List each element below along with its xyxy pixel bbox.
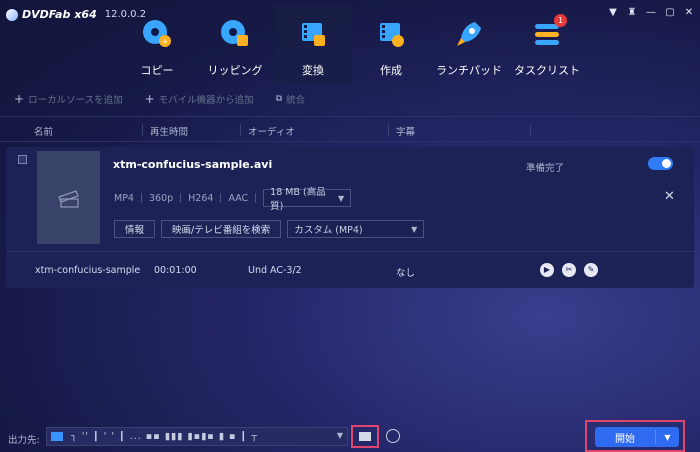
chevron-down-icon: ▼ xyxy=(411,224,418,234)
separator xyxy=(255,193,257,203)
dropdown-menu-icon[interactable]: ▼ xyxy=(608,8,618,18)
remove-item-icon[interactable]: ✕ xyxy=(664,190,675,203)
footer-bar: 出力先: ┐ '' ┃ ' ' ┃ ... ▪▪ ▮▮▮ ▮▪▮▪ ▮ ▪ ┃ … xyxy=(0,420,700,452)
tab-ripping-label: リッピング xyxy=(207,64,263,77)
svg-text:+: + xyxy=(162,37,169,46)
chevron-down-icon: ▼ xyxy=(336,431,343,440)
source-item-card: xtm-confucius-sample.avi 準備完了 ✕ MP4 360p… xyxy=(6,147,694,288)
format-value: MP4 xyxy=(114,192,134,204)
module-tabs: + コピー リッピング 変換 作成 ランチパッド 1 タスクリスト xyxy=(118,4,586,84)
track-audio[interactable]: Und AC-3/2 xyxy=(248,265,302,276)
codec-value: H264 xyxy=(188,192,214,204)
audio-codec-value: AAC xyxy=(228,192,249,204)
output-path: ┐ '' ┃ ' ' ┃ ... ▪▪ ▮▮▮ ▮▪▮▪ ▮ ▪ ┃ ┬ xyxy=(71,431,258,442)
disc-copy-icon: + xyxy=(143,20,171,47)
file-name: xtm-confucius-sample.avi xyxy=(113,158,273,171)
tab-create-label: 作成 xyxy=(380,64,402,77)
track-duration: 00:01:00 xyxy=(154,265,197,276)
video-thumbnail xyxy=(37,151,100,244)
profile-select[interactable]: カスタム (MP4) ▼ xyxy=(287,220,425,238)
browse-folder-button[interactable] xyxy=(351,425,379,448)
start-dropdown-icon[interactable]: ▼ xyxy=(656,433,679,442)
edit-icon[interactable]: ✎ xyxy=(584,263,598,277)
folder-open-icon xyxy=(359,432,371,441)
task-list-icon: 1 xyxy=(531,14,567,50)
select-checkbox[interactable] xyxy=(18,155,27,164)
size-quality-select[interactable]: 18 MB (高品質) ▼ xyxy=(263,187,352,212)
window-controls: ▼ ♜ — ▢ ✕ xyxy=(608,8,694,18)
separator xyxy=(220,193,222,203)
merge-icon: ⧉ xyxy=(275,94,283,104)
minimize-icon[interactable]: — xyxy=(646,8,656,18)
tab-convert[interactable]: 変換 xyxy=(274,4,352,84)
chevron-down-icon: ▼ xyxy=(338,193,345,203)
globe-icon[interactable] xyxy=(386,429,400,443)
tab-task-list[interactable]: 1 タスクリスト xyxy=(508,4,586,84)
resolution-value: 360p xyxy=(148,192,174,204)
add-local-source-button[interactable]: + ローカルソースを追加 xyxy=(14,92,123,106)
disc-rip-icon xyxy=(221,20,248,46)
output-path-field[interactable]: ┐ '' ┃ ' ' ┃ ... ▪▪ ▮▮▮ ▮▪▮▪ ▮ ▪ ┃ ┬ ▼ xyxy=(46,427,348,446)
profile-value: カスタム (MP4) xyxy=(294,225,363,236)
skin-icon[interactable]: ♜ xyxy=(627,8,637,18)
column-subtitle: 字幕 xyxy=(396,127,416,138)
tab-launchpad[interactable]: ランチパッド xyxy=(430,4,508,84)
source-toolbar: + ローカルソースを追加 + モバイル機器から追加 ⧉ 統合 xyxy=(14,92,305,106)
tab-copy-label: コピー xyxy=(140,64,174,77)
plus-icon: + xyxy=(144,92,155,106)
column-divider xyxy=(388,124,389,136)
close-icon[interactable]: ✕ xyxy=(684,8,694,18)
column-divider xyxy=(240,124,241,136)
add-local-source-label: ローカルソースを追加 xyxy=(28,95,123,106)
separator xyxy=(140,193,142,203)
track-row: xtm-confucius-sample 00:01:00 Und AC-3/2… xyxy=(6,252,694,288)
play-icon[interactable]: ▶ xyxy=(540,263,554,277)
column-name: 名前 xyxy=(34,127,54,138)
video-convert-icon xyxy=(302,23,325,46)
tab-task-list-label: タスクリスト xyxy=(514,64,580,77)
video-create-icon xyxy=(380,23,404,47)
status-text: 準備完了 xyxy=(526,163,565,174)
add-mobile-source-label: モバイル機器から追加 xyxy=(158,95,254,106)
folder-icon xyxy=(51,432,63,441)
plus-icon: + xyxy=(14,92,25,106)
task-count-badge: 1 xyxy=(554,14,567,27)
enable-toggle[interactable] xyxy=(648,157,673,170)
info-button[interactable]: 情報 xyxy=(114,220,156,238)
rocket-icon xyxy=(457,22,481,46)
item-actions: 情報 映画/テレビ番組を検索 カスタム (MP4) ▼ xyxy=(114,220,425,238)
column-divider xyxy=(530,124,531,136)
placeholder-image-icon xyxy=(57,189,79,208)
column-header: 名前 再生時間 オーディオ 字幕 xyxy=(0,116,700,142)
tab-launchpad-label: ランチパッド xyxy=(436,64,502,77)
title-bar: DVDFab x64 12.0.0.2 ▼ ♜ — ▢ ✕ + コピー リッピン… xyxy=(0,0,700,86)
column-duration: 再生時間 xyxy=(150,127,189,138)
start-button[interactable]: 開始 ▼ xyxy=(595,427,679,447)
media-info-row: MP4 360p H264 AAC 18 MB (高品質) ▼ xyxy=(114,187,352,212)
tab-copy[interactable]: + コピー xyxy=(118,4,196,84)
cut-icon[interactable]: ✂ xyxy=(562,263,576,277)
column-divider xyxy=(142,124,143,136)
app-name: DVDFab xyxy=(22,8,71,21)
search-metadata-button[interactable]: 映画/テレビ番組を検索 xyxy=(161,220,282,238)
size-quality-value: 18 MB (高品質) xyxy=(270,187,326,212)
tab-ripping[interactable]: リッピング xyxy=(196,4,274,84)
output-label: 出力先: xyxy=(8,435,40,446)
track-title: xtm-confucius-sample xyxy=(35,265,141,276)
track-subtitle[interactable]: なし xyxy=(396,265,415,279)
dvdfab-logo-icon xyxy=(6,8,18,21)
merge-button[interactable]: ⧉ 統合 xyxy=(276,92,305,106)
add-mobile-source-button[interactable]: + モバイル機器から追加 xyxy=(145,92,254,106)
merge-label: 統合 xyxy=(286,95,306,106)
tab-convert-label: 変換 xyxy=(302,64,324,77)
app-arch: x64 xyxy=(74,8,97,21)
separator xyxy=(180,193,182,203)
maximize-icon[interactable]: ▢ xyxy=(665,8,675,18)
tab-create[interactable]: 作成 xyxy=(352,4,430,84)
start-label: 開始 xyxy=(615,433,635,445)
column-audio: オーディオ xyxy=(248,127,295,138)
